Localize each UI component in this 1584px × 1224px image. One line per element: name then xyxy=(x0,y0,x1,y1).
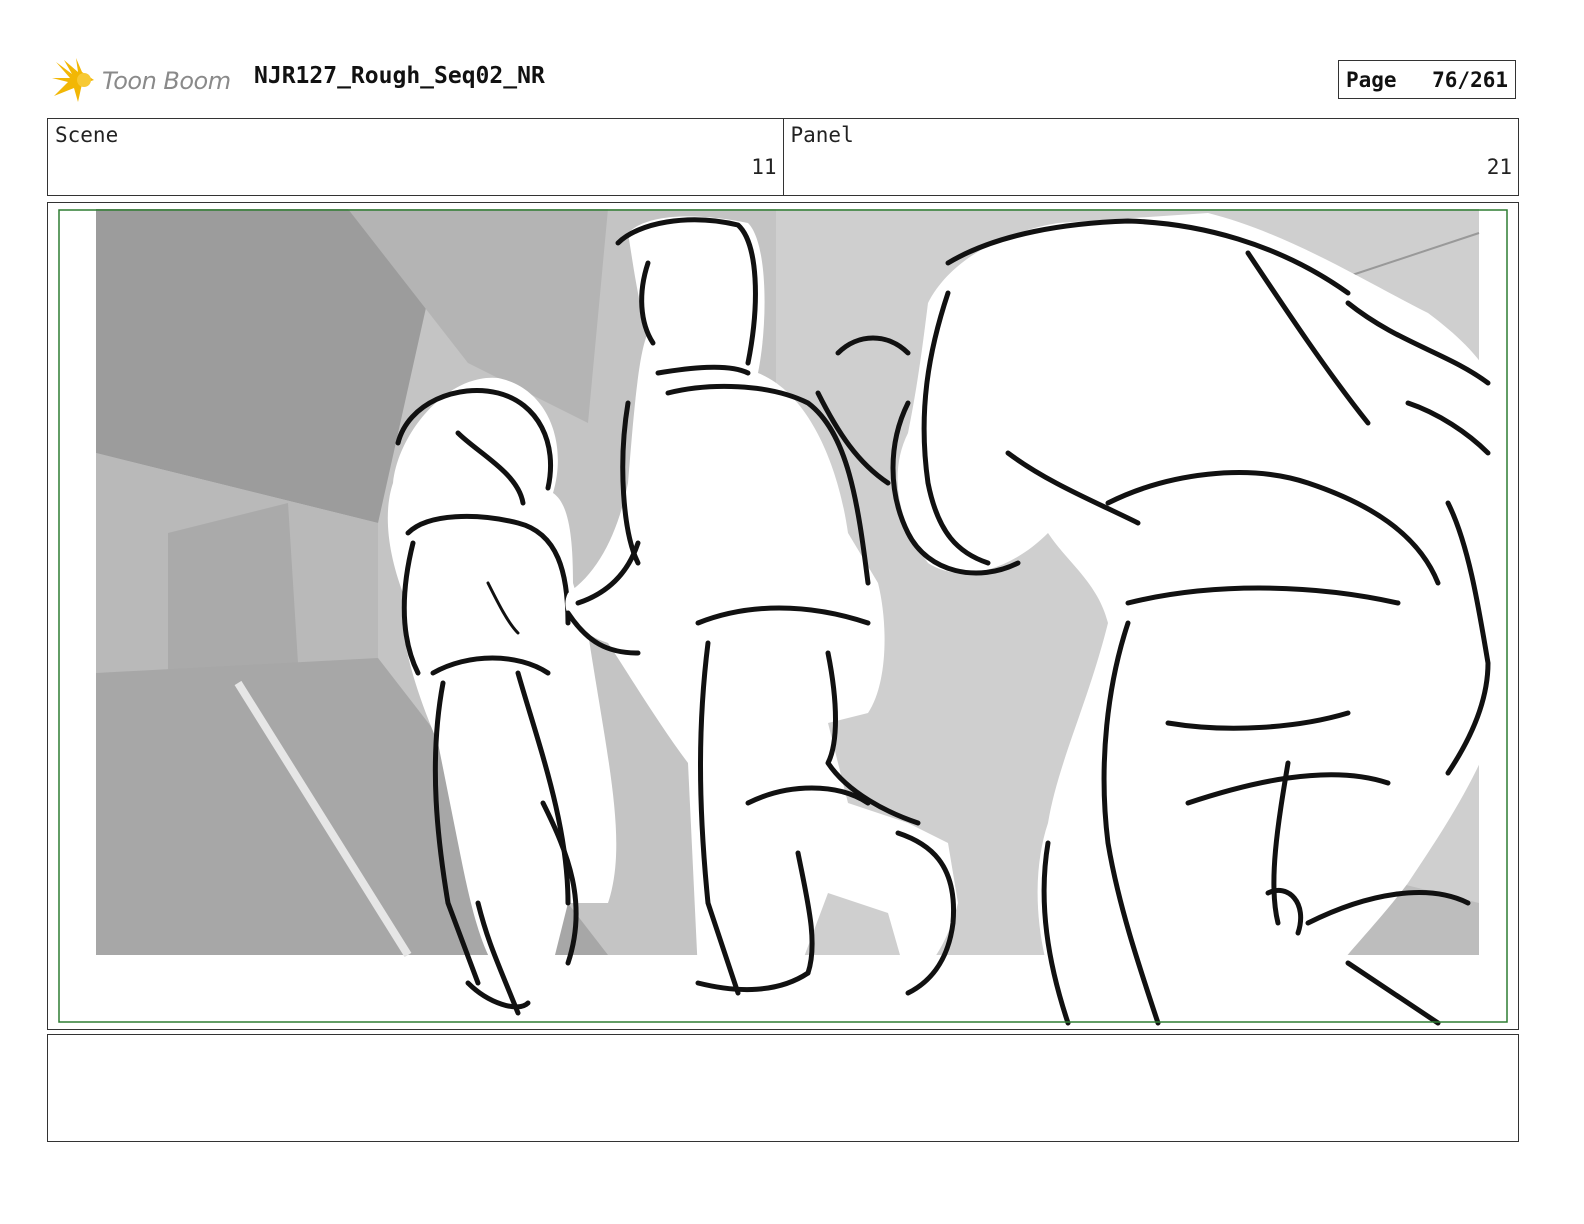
page-indicator: Page 76/261 xyxy=(1338,60,1516,99)
comet-star-icon xyxy=(52,58,94,102)
panel-label: Panel xyxy=(790,123,854,147)
panel-drawing xyxy=(58,209,1510,1026)
panel-number: 21 xyxy=(1486,155,1512,179)
logo-text: Toon Boom xyxy=(102,67,231,95)
toon-boom-logo: Toon Boom xyxy=(50,56,240,106)
scene-cell: Scene 11 xyxy=(48,119,783,195)
page-label: Page xyxy=(1346,67,1397,92)
caption-box xyxy=(47,1034,1519,1142)
panel-cell: Panel 21 xyxy=(782,119,1519,195)
storyboard-panel xyxy=(47,202,1519,1030)
document-title: NJR127_Rough_Seq02_NR xyxy=(254,63,545,89)
page-number: 76/261 xyxy=(1432,67,1508,92)
scene-panel-info: Scene 11 Panel 21 xyxy=(47,118,1519,196)
scene-number: 11 xyxy=(751,155,777,179)
scene-label: Scene xyxy=(55,123,119,147)
